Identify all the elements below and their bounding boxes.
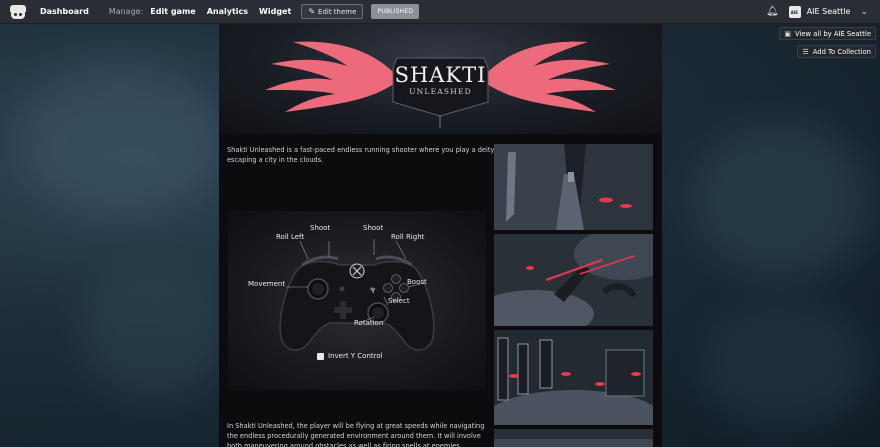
avatar-icon: ▣ [784,29,791,38]
background-cloud [690,120,870,280]
published-button[interactable]: PUBLISHED [371,4,420,19]
nav-widget[interactable]: Widget [259,7,291,16]
user-menu: 🔔︎ AIE AIE Seattle ⌄ [766,5,868,18]
edit-theme-label: Edit theme [318,7,357,16]
avatar-text: AIE [790,9,799,15]
intro-text: Shakti Unleashed is a fast-paced endless… [227,146,495,164]
invert-label: Invert Y Control [328,352,383,360]
background-cloud [80,260,230,400]
user-name[interactable]: AIE Seattle [807,7,851,16]
screenshot[interactable] [494,429,653,447]
label-y-button: Y [371,287,376,295]
avatar[interactable]: AIE [788,5,801,18]
controller-icon [279,239,435,351]
invert-checkbox [317,352,324,360]
add-collection-label: Add To Collection [812,47,871,56]
edit-theme-button[interactable]: ✎ Edit theme [301,4,364,19]
nav-analytics[interactable]: Analytics [207,7,248,16]
chevron-down-icon[interactable]: ⌄ [860,7,868,17]
label-roll-right: Roll Right [391,233,425,241]
label-select: Select [388,297,410,305]
view-all-button[interactable]: ▣ View all by AIE Seattle [779,27,876,40]
published-label: PUBLISHED [377,8,414,15]
manage-label: Manage: [108,7,144,16]
label-movement: Movement [248,280,286,288]
screenshot-image [494,234,653,326]
view-all-label: View all by AIE Seattle [794,29,871,38]
background-cloud [20,60,220,220]
label-boost: Boost [407,278,427,286]
description-text: In Shakti Unleashed, the player will be … [227,422,485,447]
game-banner: SHAKTI UNLEASHED [219,24,662,134]
background-cloud [700,300,870,430]
bell-icon[interactable]: 🔔︎ [766,6,779,17]
label-shoot-right: Shoot [363,224,384,232]
screenshot[interactable] [494,330,653,425]
screenshot-image [494,144,653,230]
top-bar: Dashboard Manage: Edit game Analytics Wi… [0,0,880,24]
game-subtitle: UNLEASHED [409,87,472,96]
itchio-logo-icon[interactable] [10,4,26,19]
invert-y-control: Invert Y Control [317,352,383,360]
screenshot-image [494,429,653,447]
controller-diagram: Shoot Shoot Roll Left Roll Right Movemen… [228,211,486,390]
nav-edit-game[interactable]: Edit game [150,7,195,16]
label-roll-left: Roll Left [276,233,305,241]
screenshot[interactable] [494,144,653,230]
label-rotation: Rotation [354,319,384,327]
nav-dashboard[interactable]: Dashboard [40,7,89,16]
add-to-collection-button[interactable]: ☰ Add To Collection [797,45,876,58]
screenshot[interactable] [494,234,653,326]
add-to-collection-icon: ☰ [802,47,809,56]
game-title: SHAKTI [394,63,487,87]
screenshot-image [494,330,653,425]
label-shoot-left: Shoot [310,224,331,232]
pencil-icon: ✎ [308,7,316,16]
game-page: SHAKTI UNLEASHED Shakti Unleashed is a f… [219,24,662,447]
